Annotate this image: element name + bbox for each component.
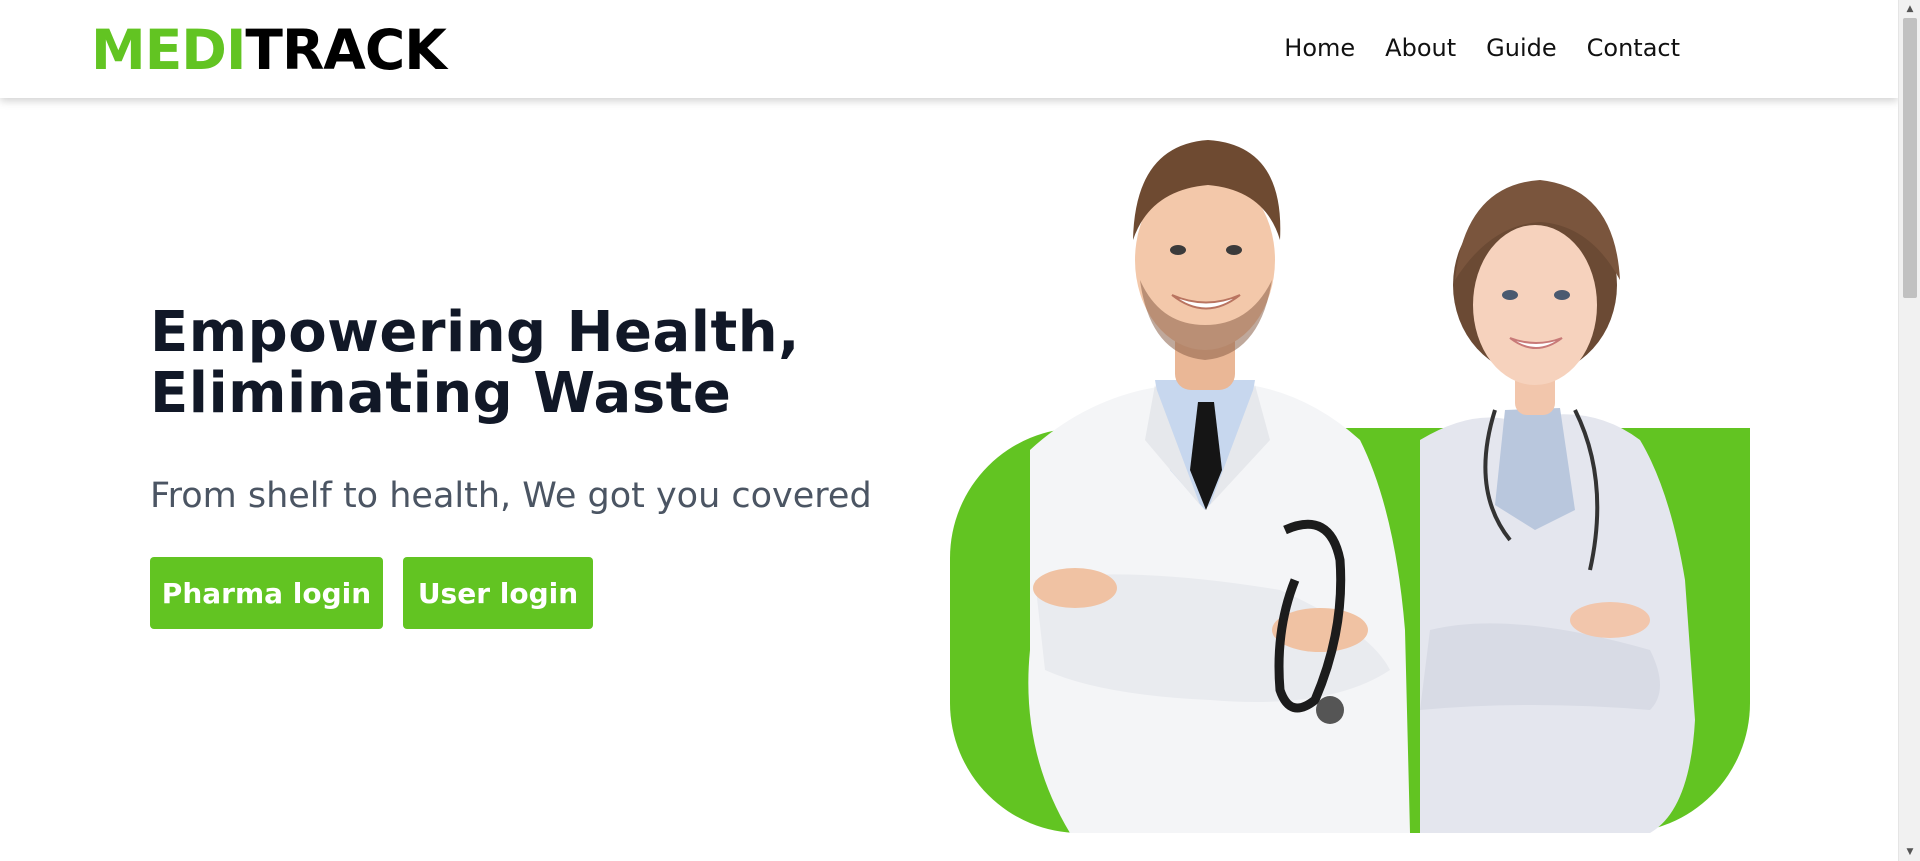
pharma-login-button[interactable]: Pharma login — [150, 557, 383, 629]
scroll-down-arrow-icon[interactable]: ▼ — [1899, 843, 1920, 861]
logo[interactable]: MEDITRACK — [91, 18, 447, 82]
scroll-up-arrow-icon[interactable]: ▲ — [1899, 0, 1920, 18]
main-nav: Home About Guide Contact — [1269, 30, 1695, 66]
nav-guide-link[interactable]: Guide — [1471, 30, 1571, 66]
vertical-scrollbar[interactable]: ▲ ▼ — [1898, 0, 1920, 861]
logo-track-text: TRACK — [245, 18, 446, 82]
nav-contact-link[interactable]: Contact — [1572, 30, 1695, 66]
logo-medi-text: MEDI — [91, 18, 246, 82]
user-login-button[interactable]: User login — [403, 557, 593, 629]
female-doctor-figure — [1420, 180, 1695, 833]
hero-subtitle: From shelf to health, We got you covered — [150, 476, 872, 516]
male-doctor-figure — [1028, 140, 1410, 833]
doctors-illustration — [1028, 140, 1695, 833]
scroll-thumb[interactable] — [1903, 18, 1917, 298]
nav-about-link[interactable]: About — [1370, 30, 1471, 66]
hero-title-line2: Eliminating Waste — [150, 361, 732, 426]
nav-home-link[interactable]: Home — [1269, 30, 1370, 66]
hero-title: Empowering Health, Eliminating Waste — [150, 302, 800, 424]
landing-page: MEDITRACK Home About Guide Contact Empow… — [0, 0, 1920, 861]
hero-title-line1: Empowering Health, — [150, 300, 800, 365]
site-header: MEDITRACK Home About Guide Contact — [0, 0, 1898, 98]
